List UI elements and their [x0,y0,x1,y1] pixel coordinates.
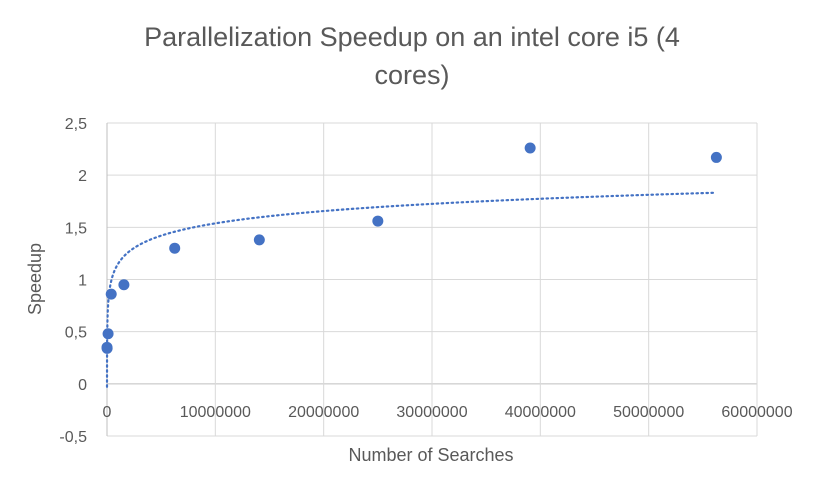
chart-title-line-2: cores) [374,60,449,90]
x-tick-label: 50000000 [613,404,684,421]
data-point [524,142,536,154]
data-point [710,151,722,163]
y-axis-title: Speedup [25,243,45,315]
trendline-layer [105,191,718,388]
y-tick-label: 1,5 [65,220,87,237]
data-point [101,342,113,354]
y-tick-label: 0,5 [65,325,87,342]
x-tick-label: 30000000 [396,404,467,421]
data-point [372,215,384,227]
x-tick-label: 0 [103,404,112,421]
y-tick-label: 2 [78,168,87,185]
chart: Parallelization Speedup on an intel core… [25,22,793,465]
x-tick-label: 20000000 [288,404,359,421]
x-axis-title: Number of Searches [348,445,513,465]
y-tick-label: 1 [78,273,87,290]
data-points [101,142,722,354]
gridlines [106,122,758,437]
y-tick-label: -0,5 [59,429,87,446]
x-tick-labels: 0 10000000 20000000 30000000 40000000 5000000… [103,404,793,421]
x-tick-label: 10000000 [180,404,251,421]
logarithmic-trendline [105,191,718,388]
x-tick-label: 60000000 [721,404,792,421]
y-tick-label: 0 [78,377,87,394]
x-tick-label: 40000000 [505,404,576,421]
data-point [169,242,181,254]
data-point [102,328,114,340]
y-tick-labels: -0,5 0 0,5 1 1,5 2 2,5 [59,116,87,446]
data-point [118,279,130,291]
data-point [105,288,117,300]
data-point [253,234,265,246]
y-tick-label: 2,5 [65,116,87,133]
chart-title-line-1: Parallelization Speedup on an intel core… [144,22,680,52]
